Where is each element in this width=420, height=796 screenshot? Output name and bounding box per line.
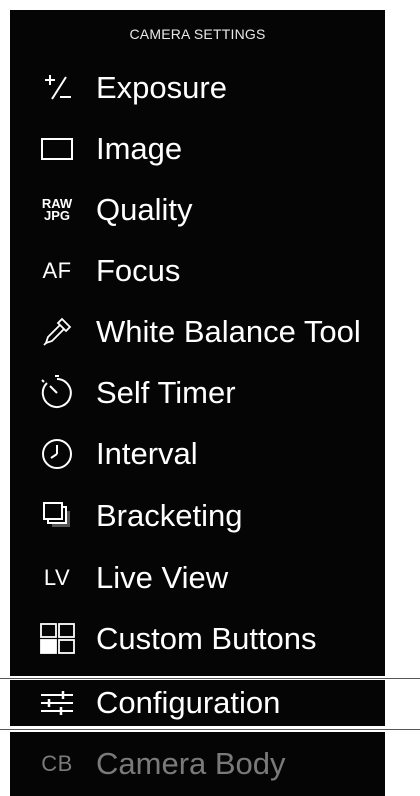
camera-body-label: Camera Body bbox=[96, 746, 286, 781]
exposure-icon bbox=[37, 68, 77, 108]
eyedropper-icon bbox=[37, 312, 77, 352]
menu-item-bracketing[interactable]: Bracketing bbox=[10, 488, 385, 544]
menu-item-white-balance-tool[interactable]: White Balance Tool bbox=[10, 304, 385, 360]
menu-item-self-timer[interactable]: Self Timer bbox=[10, 365, 385, 421]
menu-item-quality[interactable]: RAW JPG Quality bbox=[10, 182, 385, 238]
panel-title: CAMERA SETTINGS bbox=[129, 26, 266, 42]
sliders-icon bbox=[37, 683, 77, 723]
menu-item-camera-body[interactable]: CB Camera Body bbox=[10, 732, 385, 796]
image-icon bbox=[37, 129, 77, 169]
menu-item-interval[interactable]: Interval bbox=[10, 426, 385, 482]
menu-item-label: White Balance Tool bbox=[96, 314, 361, 349]
self-timer-icon bbox=[37, 373, 77, 413]
lv-icon: LV bbox=[43, 565, 71, 590]
menu-item-label: Focus bbox=[96, 253, 181, 288]
quality-icon: RAW JPG bbox=[37, 190, 77, 230]
menu-item-label: Self Timer bbox=[96, 375, 236, 410]
interval-clock-icon bbox=[37, 434, 77, 474]
menu-item-live-view[interactable]: LV Live View bbox=[10, 550, 385, 606]
menu-item-custom-buttons[interactable]: Custom Buttons bbox=[10, 611, 385, 667]
quality-icon-jpg-text: JPG bbox=[43, 208, 70, 223]
cb-icon: CB bbox=[41, 751, 73, 776]
divider bbox=[0, 729, 420, 730]
custom-buttons-icon bbox=[37, 619, 77, 659]
menu-item-label: Live View bbox=[96, 560, 229, 595]
menu-item-label: Image bbox=[96, 131, 183, 166]
menu-item-label: Quality bbox=[96, 192, 193, 227]
menu-item-image[interactable]: Image bbox=[10, 121, 385, 177]
camera-settings-panel: CAMERA SETTINGS Exposure Image RAW JPG Q… bbox=[10, 10, 385, 676]
menu-item-configuration[interactable]: Configuration bbox=[10, 680, 385, 726]
menu-item-exposure[interactable]: Exposure bbox=[10, 60, 385, 116]
bracketing-icon bbox=[37, 496, 77, 536]
menu-item-label: Custom Buttons bbox=[96, 621, 317, 656]
menu-item-label: Exposure bbox=[96, 70, 227, 105]
menu-item-label: Interval bbox=[96, 436, 198, 471]
divider bbox=[0, 678, 420, 679]
af-icon: AF bbox=[42, 258, 72, 283]
menu-item-focus[interactable]: AF Focus bbox=[10, 243, 385, 299]
configuration-label: Configuration bbox=[96, 685, 281, 720]
menu-item-label: Bracketing bbox=[96, 498, 243, 533]
